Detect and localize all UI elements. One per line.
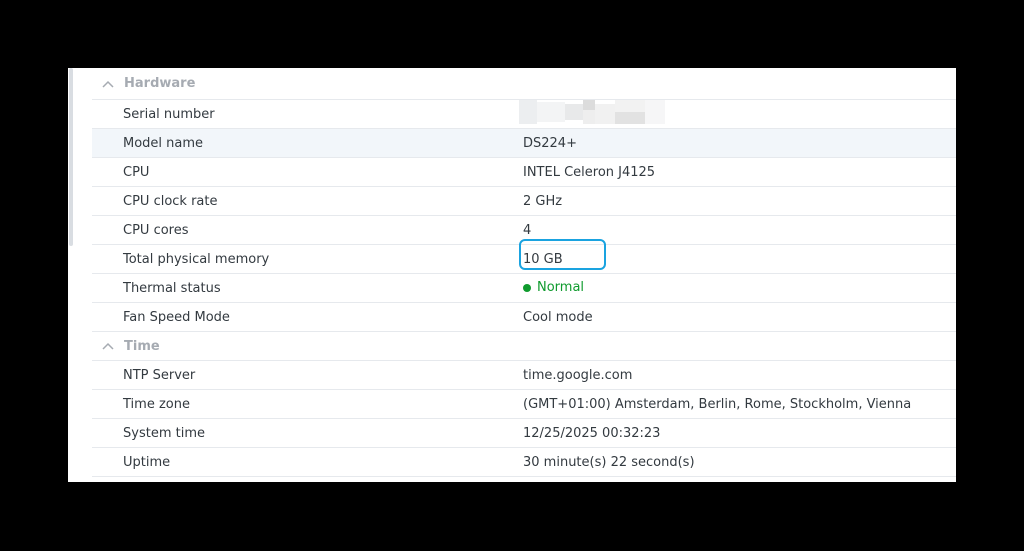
row-label: Time zone <box>123 396 190 412</box>
row-label: NTP Server <box>123 367 196 383</box>
table-row-cpu-clock-rate: CPU clock rate 2 GHz <box>92 187 956 216</box>
row-value: 4 <box>523 222 532 238</box>
table-row-model-name: Model name DS224+ <box>92 129 956 158</box>
section-header-time[interactable]: Time <box>92 332 956 361</box>
table-row-serial-number: Serial number <box>92 100 956 129</box>
table-row-cpu-cores: CPU cores 4 <box>92 216 956 245</box>
row-value: 12/25/2025 00:32:23 <box>523 425 661 441</box>
section-title: Time <box>124 338 160 354</box>
row-label: Model name <box>123 135 204 151</box>
row-label: Thermal status <box>123 280 221 296</box>
row-value: Normal <box>507 280 956 296</box>
row-label: Fan Speed Mode <box>123 309 230 325</box>
row-label: CPU cores <box>123 222 189 238</box>
table-row-total-physical-memory: Total physical memory 10 GB <box>92 245 956 274</box>
row-value: 10 GB <box>523 251 563 267</box>
status-text: Normal <box>537 280 585 296</box>
info-table: Hardware Serial number Model name DS224+… <box>92 68 956 477</box>
row-value: DS224+ <box>523 135 577 151</box>
redacted-blur <box>519 100 665 124</box>
table-row-system-time: System time 12/25/2025 00:32:23 <box>92 419 956 448</box>
system-info-panel: Hardware Serial number Model name DS224+… <box>68 68 956 482</box>
row-value: 30 minute(s) 22 second(s) <box>523 454 695 470</box>
row-value: Cool mode <box>523 309 593 325</box>
table-row-time-zone: Time zone (GMT+01:00) Amsterdam, Berlin,… <box>92 390 956 419</box>
table-row-uptime: Uptime 30 minute(s) 22 second(s) <box>92 448 956 477</box>
row-label: Total physical memory <box>123 251 270 267</box>
row-label: CPU clock rate <box>123 193 218 209</box>
section-title: Hardware <box>124 76 196 91</box>
chevron-up-icon[interactable] <box>100 76 116 92</box>
status-badge: Normal <box>523 280 584 295</box>
chevron-up-icon[interactable] <box>100 338 116 354</box>
serial-number-redacted <box>507 100 956 128</box>
status-dot-icon <box>523 283 531 292</box>
row-value: time.google.com <box>523 367 633 383</box>
scrollbar-thumb[interactable] <box>69 68 73 246</box>
table-row-ntp-server: NTP Server time.google.com <box>92 361 956 390</box>
row-label: Uptime <box>123 454 171 470</box>
row-label: Serial number <box>123 106 215 122</box>
row-label: System time <box>123 425 205 441</box>
row-value: INTEL Celeron J4125 <box>523 164 656 180</box>
row-value: 2 GHz <box>523 193 563 209</box>
scrollbar[interactable] <box>68 68 74 482</box>
section-header-hardware[interactable]: Hardware <box>92 68 956 100</box>
table-row-fan-speed-mode: Fan Speed Mode Cool mode <box>92 303 956 332</box>
row-label: CPU <box>123 164 150 180</box>
row-value: (GMT+01:00) Amsterdam, Berlin, Rome, Sto… <box>523 396 912 412</box>
table-row-cpu: CPU INTEL Celeron J4125 <box>92 158 956 187</box>
table-row-thermal-status: Thermal status Normal <box>92 274 956 303</box>
